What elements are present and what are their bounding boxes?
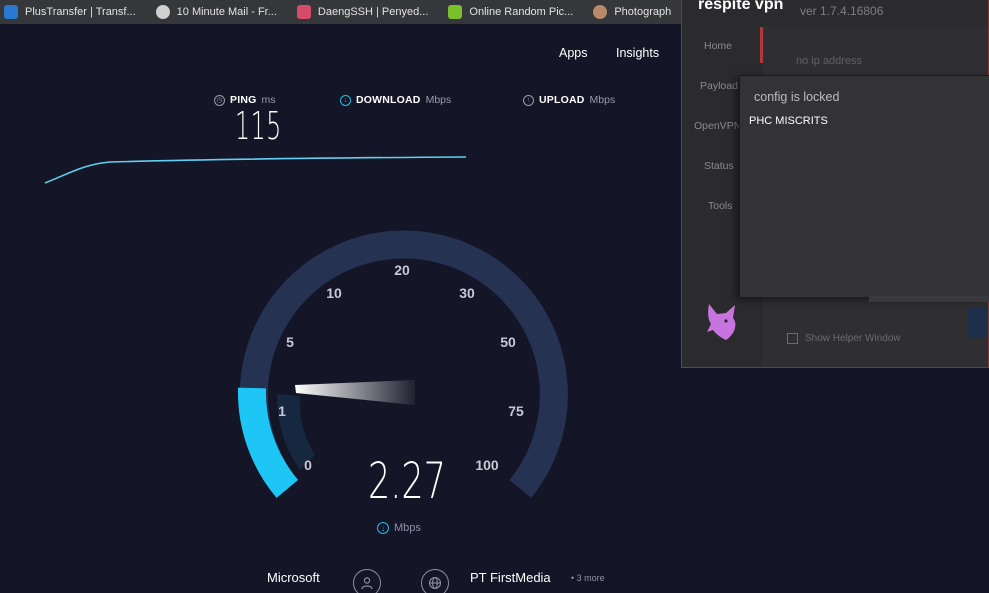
show-helper-label: Show Helper Window xyxy=(805,333,901,344)
download-graph-line xyxy=(44,156,467,184)
tick-label: 100 xyxy=(475,457,499,473)
tick-label: 5 xyxy=(286,334,294,350)
gauge-needle xyxy=(295,380,415,405)
tick-label: 10 xyxy=(326,285,342,301)
tick-label: 30 xyxy=(459,285,475,301)
tick-label: 0 xyxy=(304,457,312,473)
tick-label: 75 xyxy=(508,403,524,419)
sidebar-item-home[interactable]: Home xyxy=(704,40,732,52)
download-icon: ↓ xyxy=(377,522,389,534)
fox-logo-icon xyxy=(704,302,740,347)
show-helper-checkbox[interactable]: Show Helper Window xyxy=(787,333,901,344)
checkbox-box[interactable] xyxy=(787,333,798,344)
tick-label: 1 xyxy=(278,403,286,419)
globe-icon[interactable] xyxy=(421,569,449,593)
sidebar-item-openvpn[interactable]: OpenVPN xyxy=(694,120,741,132)
popup-shadow-edge xyxy=(869,296,989,302)
sidebar-item-status[interactable]: Status xyxy=(704,160,734,172)
sidebar-item-payload[interactable]: Payload xyxy=(700,80,738,92)
sidebar-item-tools[interactable]: Tools xyxy=(708,200,733,212)
tick-label: 50 xyxy=(500,334,516,350)
ip-address-hint: no ip address xyxy=(796,55,863,67)
user-icon[interactable] xyxy=(353,569,381,593)
isp-name[interactable]: Microsoft xyxy=(267,570,320,585)
speed-unit: ↓ Mbps xyxy=(377,522,421,534)
connect-button[interactable] xyxy=(968,308,988,338)
vpn-title: respite vpn xyxy=(698,0,784,13)
vpn-version: ver 1.7.4.16806 xyxy=(800,4,884,18)
tick-label: 20 xyxy=(394,262,410,278)
speed-unit-label: Mbps xyxy=(394,522,421,534)
config-locked-popup: config is locked PHC MISCRITS xyxy=(739,75,989,297)
popup-config-name: PHC MISCRITS xyxy=(749,115,828,127)
server-more-link[interactable]: • 3 more xyxy=(571,573,605,583)
popup-message: config is locked xyxy=(754,90,840,104)
speed-value: 2.27 xyxy=(368,452,446,510)
server-name[interactable]: PT FirstMedia xyxy=(470,570,551,585)
